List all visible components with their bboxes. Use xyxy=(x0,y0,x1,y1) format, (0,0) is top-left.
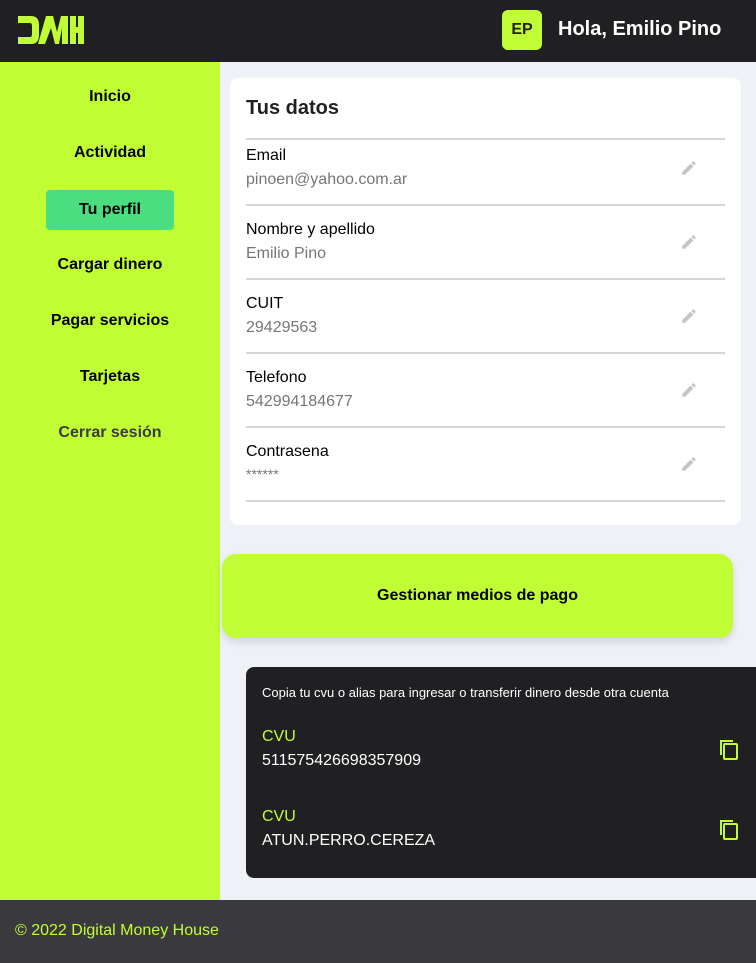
pencil-icon[interactable] xyxy=(680,381,698,399)
pencil-icon[interactable] xyxy=(680,455,698,473)
cvu-panel: Copia tu cvu o alias para ingresar o tra… xyxy=(246,667,756,878)
avatar[interactable]: EP xyxy=(502,10,542,50)
phone-label: Telefono xyxy=(246,369,307,386)
divider xyxy=(246,352,725,354)
sidebar: Inicio Actividad Tu perfil Cargar dinero… xyxy=(0,62,220,900)
divider xyxy=(246,426,725,428)
cvu-instructions: Copia tu cvu o alias para ingresar o tra… xyxy=(262,685,669,700)
email-label: Email xyxy=(246,147,287,164)
pencil-icon[interactable] xyxy=(680,159,698,177)
divider xyxy=(246,278,725,280)
divider xyxy=(246,138,725,140)
alias-value: ATUN.PERRO.CEREZA xyxy=(262,832,436,849)
dmh-logo[interactable] xyxy=(18,16,84,44)
alias-label: CVU xyxy=(262,808,296,825)
copy-icon[interactable] xyxy=(716,738,740,762)
top-bar: EP Hola, Emilio Pino xyxy=(0,0,756,62)
greeting-text: Hola, Emilio Pino xyxy=(558,18,722,40)
cuit-label: CUIT xyxy=(246,295,284,312)
password-value: ****** xyxy=(246,466,279,482)
pencil-icon[interactable] xyxy=(680,233,698,251)
manage-payment-methods-button[interactable]: Gestionar medios de pago xyxy=(222,554,733,638)
sidebar-item-tarjetas[interactable]: Tarjetas xyxy=(46,357,174,397)
full-name-label: Nombre y apellido xyxy=(246,221,375,238)
email-value: pinoen@yahoo.com.ar xyxy=(246,171,408,188)
copy-icon[interactable] xyxy=(716,818,740,842)
full-name-value: Emilio Pino xyxy=(246,245,327,262)
profile-card: Tus datos Email pinoen@yahoo.com.ar Nomb… xyxy=(230,78,741,525)
sidebar-item-cargar-dinero[interactable]: Cargar dinero xyxy=(46,245,174,285)
sidebar-item-pagar-servicios[interactable]: Pagar servicios xyxy=(46,301,174,341)
copyright-text: © 2022 Digital Money House xyxy=(15,922,219,939)
cvu-label: CVU xyxy=(262,728,296,745)
cvu-number: 511575426698357909 xyxy=(262,752,421,769)
password-label: Contrasena xyxy=(246,443,329,460)
profile-title: Tus datos xyxy=(246,97,339,119)
sidebar-item-tu-perfil[interactable]: Tu perfil xyxy=(46,190,174,230)
sidebar-item-actividad[interactable]: Actividad xyxy=(46,133,174,173)
sidebar-item-cerrar-sesion[interactable]: Cerrar sesión xyxy=(46,413,174,453)
pencil-icon[interactable] xyxy=(680,307,698,325)
phone-value: 542994184677 xyxy=(246,393,353,410)
footer: © 2022 Digital Money House xyxy=(0,900,756,963)
sidebar-item-inicio[interactable]: Inicio xyxy=(46,77,174,117)
cuit-value: 29429563 xyxy=(246,319,318,336)
divider xyxy=(246,500,725,502)
divider xyxy=(246,204,725,206)
